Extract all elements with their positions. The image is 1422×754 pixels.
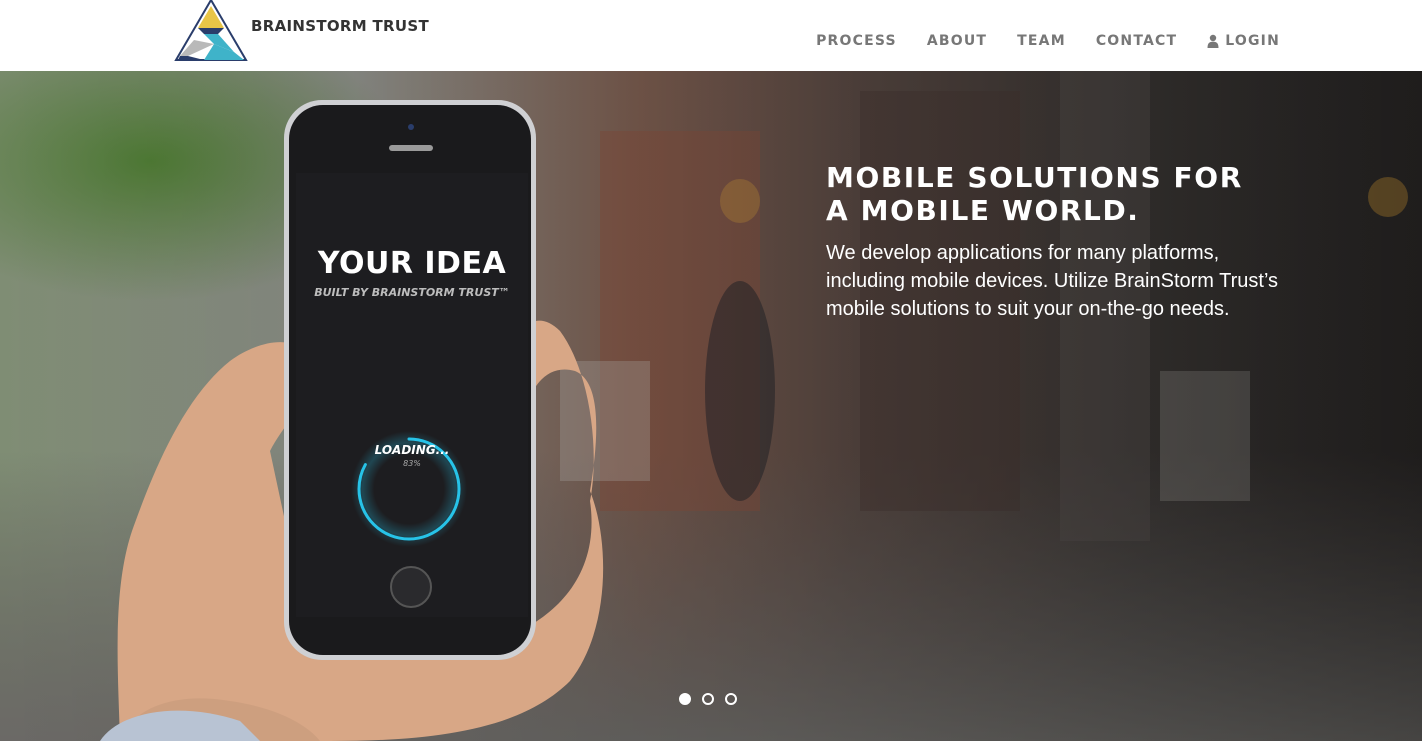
hero-title-line1: MOBILE SOLUTIONS FOR <box>826 161 1243 194</box>
carousel-indicators <box>679 693 737 705</box>
hero-title: MOBILE SOLUTIONS FOR A MOBILE WORLD. <box>826 161 1306 227</box>
hero-description: We develop applications for many platfor… <box>826 242 1279 320</box>
carousel-dot-3[interactable] <box>725 693 737 705</box>
triangle-mountain-logo-icon <box>174 0 248 61</box>
nav-login-link[interactable]: LOGIN <box>1207 31 1280 51</box>
phone-screen: YOUR IDEA BUILT BY BRAINSTORM TRUST™ LOA… <box>296 173 528 617</box>
carousel-dot-1[interactable] <box>679 693 691 705</box>
hero-slider: YOUR IDEA BUILT BY BRAINSTORM TRUST™ LOA… <box>0 71 1422 741</box>
nav-contact-link[interactable]: CONTACT <box>1096 31 1177 51</box>
loading-percent: 83% <box>403 459 421 468</box>
brand-name: BRAINSTORM TRUST <box>251 17 430 35</box>
main-nav: PROCESS ABOUT TEAM CONTACT LOGIN <box>816 31 1280 51</box>
loading-label: LOADING... <box>374 443 450 457</box>
phone-subline: BUILT BY BRAINSTORM TRUST™ <box>314 286 510 299</box>
user-icon <box>1207 34 1219 48</box>
nav-team-link[interactable]: TEAM <box>1017 31 1066 51</box>
nav-process-link[interactable]: PROCESS <box>816 31 897 51</box>
phone-headline: YOUR IDEA <box>317 246 507 281</box>
page-bottom-strip <box>0 741 1422 754</box>
hero-title-line2: A MOBILE WORLD. <box>826 194 1140 227</box>
nav-about-link[interactable]: ABOUT <box>927 31 987 51</box>
carousel-dot-2[interactable] <box>702 693 714 705</box>
hero-copy: MOBILE SOLUTIONS FOR A MOBILE WORLD. We … <box>826 161 1306 323</box>
nav-login-label: LOGIN <box>1225 33 1280 49</box>
site-header: BRAINSTORM TRUST PROCESS ABOUT TEAM CONT… <box>0 0 1422 71</box>
